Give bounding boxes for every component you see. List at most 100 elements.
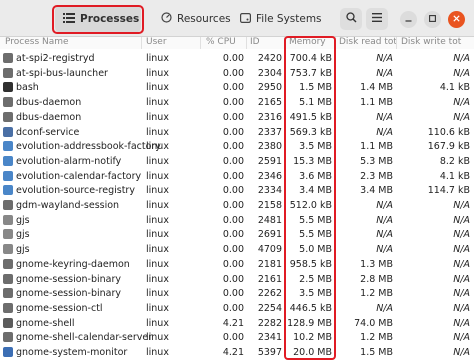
cell-cpu: 0.00 — [222, 170, 244, 182]
process-icon — [3, 288, 13, 299]
cell-name: dbus-daemon — [16, 111, 82, 123]
cell-disk-write: 8.2 kB — [439, 155, 470, 167]
cell-cpu: 0.00 — [222, 126, 244, 138]
tab-file-systems[interactable]: File Systems — [232, 5, 330, 33]
cell-id: 2346 — [257, 170, 282, 182]
close-icon — [453, 14, 460, 25]
table-row[interactable]: dconf-service linux 0.00 2337 569.3 kB N/A 110… — [0, 125, 474, 140]
maximize-button[interactable] — [424, 11, 441, 28]
table-row[interactable]: gjs linux 0.00 4709 5.0 MB N/A N/A — [0, 242, 474, 257]
close-button[interactable] — [448, 11, 465, 28]
memory-column-highlight — [284, 36, 336, 360]
minimize-button[interactable] — [400, 11, 417, 28]
cell-cpu: 0.00 — [222, 214, 244, 226]
cell-name: bash — [16, 82, 39, 94]
tab-file-systems-label: File Systems — [256, 13, 322, 25]
tab-resources-label: Resources — [177, 13, 231, 25]
cell-disk-read: N/A — [376, 200, 393, 211]
cell-user: linux — [146, 126, 169, 138]
tab-resources[interactable]: Resources — [153, 5, 239, 33]
cell-id: 2304 — [257, 67, 282, 79]
cell-name: at-spi2-registryd — [16, 53, 95, 64]
cell-disk-write: N/A — [453, 302, 470, 314]
table-row[interactable]: evolution-source-registry linux 0.00 2334 3.… — [0, 183, 474, 198]
cell-user: linux — [146, 258, 169, 270]
table-row[interactable]: gdm-wayland-session linux 0.00 2158 512.0 kB… — [0, 198, 474, 213]
gauge-icon — [161, 12, 172, 26]
cell-name: gjs — [16, 229, 30, 241]
cell-disk-read: N/A — [376, 67, 393, 79]
cell-name: at-spi-bus-launcher — [16, 67, 108, 79]
cell-cpu: 0.00 — [222, 185, 244, 197]
process-icon — [3, 111, 13, 122]
search-icon — [345, 12, 357, 26]
process-icon — [3, 155, 13, 166]
cell-name: gnome-shell-calendar-server — [16, 332, 153, 344]
table-row[interactable]: evolution-alarm-notify linux 0.00 2591 15.3 … — [0, 154, 474, 169]
menu-button[interactable] — [366, 8, 388, 30]
table-row[interactable]: dbus-daemon linux 0.00 2316 491.5 kB N/A N/A — [0, 110, 474, 125]
cell-disk-read: 2.8 MB — [360, 273, 393, 285]
cell-cpu: 0.00 — [222, 97, 244, 109]
column-disk-read[interactable]: Disk read tot — [339, 37, 397, 47]
table-row[interactable]: gjs linux 0.00 2691 5.5 MB N/A N/A — [0, 227, 474, 242]
cell-disk-write: N/A — [453, 53, 470, 64]
table-row[interactable]: gnome-system-monitor linux 4.21 5397 20.0 MB… — [0, 345, 474, 360]
cell-disk-write: N/A — [453, 273, 470, 285]
cell-user: linux — [146, 200, 169, 211]
cell-id: 2334 — [257, 185, 282, 197]
cell-id: 2181 — [257, 258, 282, 270]
table-row[interactable]: gnome-keyring-daemon linux 0.00 2181 958.5 k… — [0, 257, 474, 272]
cell-user: linux — [146, 141, 169, 153]
cell-user: linux — [146, 214, 169, 226]
cell-disk-read: 1.2 MB — [360, 288, 393, 300]
cell-name: evolution-addressbook-factory — [16, 141, 161, 153]
table-row[interactable]: evolution-addressbook-factory linux 0.00 23… — [0, 139, 474, 154]
table-row[interactable]: gnome-session-ctl linux 0.00 2254 446.5 kB N/… — [0, 301, 474, 316]
table-row[interactable]: evolution-calendar-factory linux 0.00 2346 3… — [0, 169, 474, 184]
table-row[interactable]: gnome-shell-calendar-server linux 0.00 2341… — [0, 330, 474, 345]
cell-id: 2254 — [257, 302, 282, 314]
column-process-name[interactable]: Process Name — [5, 37, 69, 47]
cell-id: 2950 — [257, 82, 282, 94]
cell-disk-read: 1.1 MB — [360, 141, 393, 153]
cell-user: linux — [146, 273, 169, 285]
hamburger-menu-icon — [372, 13, 382, 25]
process-icon — [3, 258, 13, 269]
table-row[interactable]: bash linux 0.00 2950 1.5 MB 1.4 MB 4.1 kB — [0, 80, 474, 95]
cell-cpu: 0.00 — [222, 111, 244, 123]
cell-id: 2380 — [257, 141, 282, 153]
cell-disk-read: 1.3 MB — [360, 258, 393, 270]
table-row[interactable]: gnome-session-binary linux 0.00 2161 2.5 MB 2… — [0, 272, 474, 287]
cell-user: linux — [146, 288, 169, 300]
column-disk-write[interactable]: Disk write tot — [401, 37, 461, 47]
cell-disk-write: 114.7 kB — [427, 185, 470, 197]
table-row[interactable]: gnome-shell linux 4.21 2282 128.9 MB 74.0 MB N… — [0, 316, 474, 331]
cell-name: gnome-session-ctl — [16, 302, 103, 314]
column-id[interactable]: ID — [250, 37, 260, 47]
cell-disk-write: N/A — [453, 200, 470, 211]
process-icon — [3, 97, 13, 108]
process-icon — [3, 273, 13, 284]
cell-id: 2262 — [257, 288, 282, 300]
table-row[interactable]: at-spi2-registryd linux 0.00 2420 700.4 kB N/… — [0, 51, 474, 66]
cell-id: 2316 — [257, 111, 282, 123]
table-row[interactable]: gjs linux 0.00 2481 5.5 MB N/A N/A — [0, 213, 474, 228]
table-row[interactable]: at-spi-bus-launcher linux 0.00 2304 753.7 kB… — [0, 66, 474, 81]
cell-name: evolution-calendar-factory — [16, 170, 142, 182]
header-bar: Processes Resources File Systems — [0, 0, 474, 37]
column-cpu[interactable]: % CPU — [206, 37, 236, 47]
cell-id: 2341 — [257, 332, 282, 344]
cell-id: 2158 — [257, 200, 282, 211]
search-button[interactable] — [340, 8, 362, 30]
cell-cpu: 0.00 — [222, 200, 244, 211]
cell-disk-read: N/A — [376, 244, 393, 256]
table-row[interactable]: gnome-session-binary linux 0.00 2262 3.5 MB 1… — [0, 286, 474, 301]
column-user[interactable]: User — [146, 37, 167, 47]
process-icon — [3, 53, 13, 63]
cell-user: linux — [146, 53, 169, 64]
cell-disk-write: N/A — [453, 214, 470, 226]
table-row[interactable]: dbus-daemon linux 0.00 2165 5.1 MB 1.1 MB N/A — [0, 95, 474, 110]
cell-disk-write: N/A — [453, 244, 470, 256]
cell-name: gjs — [16, 244, 30, 256]
